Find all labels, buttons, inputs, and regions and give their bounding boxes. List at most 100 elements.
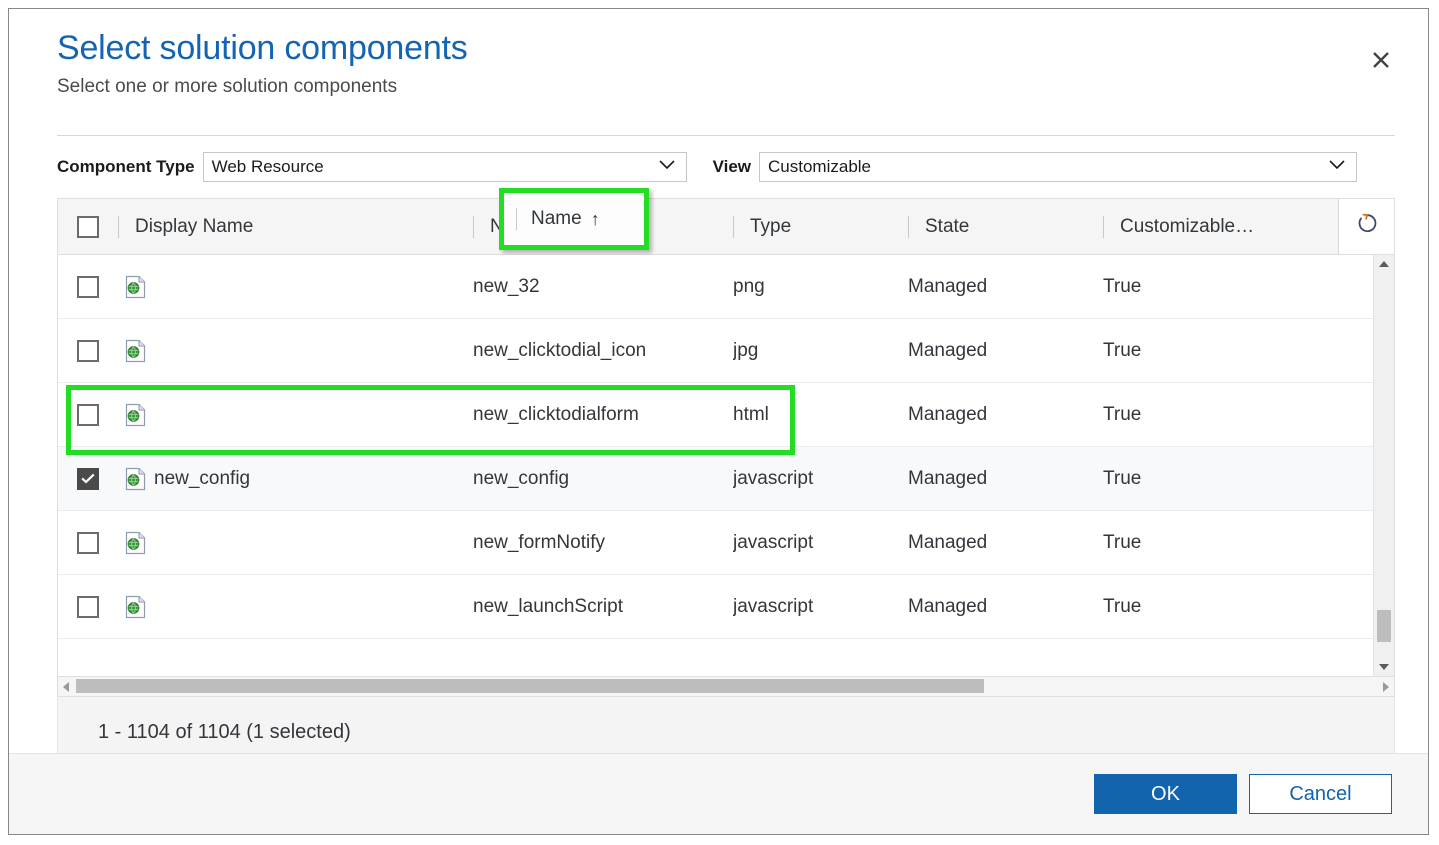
select-solution-components-dialog: Select solution components Select one or… (8, 8, 1429, 835)
row-checkbox[interactable] (77, 275, 99, 298)
header-divider (57, 135, 1395, 136)
table-row[interactable]: new_formNotify javascript Managed True (58, 511, 1394, 575)
scroll-up-arrow-icon[interactable] (1374, 255, 1394, 273)
column-header-label: Name (490, 215, 541, 237)
refresh-button[interactable] (1338, 199, 1394, 254)
cell-name: new_launchScript (473, 595, 623, 617)
cell-type: javascript (733, 531, 814, 553)
cell-customizable: True (1103, 531, 1142, 553)
row-checkbox[interactable] (77, 531, 99, 554)
refresh-icon (1353, 210, 1381, 243)
cell-display-name (154, 255, 473, 318)
column-header-label: Display Name (135, 215, 254, 237)
column-header-state[interactable]: State (908, 199, 1103, 254)
grid-horizontal-scrollbar[interactable] (57, 677, 1395, 697)
row-checkbox-cell[interactable] (58, 511, 118, 574)
view-value: Customizable (768, 157, 872, 176)
table-row[interactable]: new_clicktodialform html Managed True (58, 383, 1394, 447)
page-title: Select solution components (57, 29, 468, 67)
cell-state: Managed (908, 595, 988, 617)
column-divider (908, 215, 909, 238)
cell-display-name (154, 575, 473, 638)
grid-header-row: Display Name Name Type State Customizabl… (58, 188, 1394, 255)
row-icon-cell (118, 575, 154, 638)
close-icon (1371, 50, 1391, 70)
scroll-down-arrow-icon[interactable] (1374, 658, 1394, 676)
cell-state: Managed (908, 275, 988, 297)
column-header-display-name[interactable]: Display Name (118, 199, 473, 254)
column-header-label: State (925, 215, 970, 237)
column-divider (473, 215, 474, 238)
scroll-right-arrow-icon[interactable] (1378, 677, 1394, 696)
view-select[interactable]: Customizable (759, 152, 1358, 182)
scroll-left-arrow-icon[interactable] (58, 677, 74, 696)
cell-type: jpg (733, 339, 759, 361)
column-divider (118, 215, 119, 238)
cell-name: new_formNotify (473, 531, 605, 553)
view-label: View (712, 157, 752, 176)
table-row-selected[interactable]: new_config new_config javascript Managed… (58, 447, 1394, 511)
cell-state: Managed (908, 531, 988, 553)
cell-customizable: True (1103, 467, 1142, 489)
vertical-scrollbar-thumb[interactable] (1377, 610, 1391, 642)
row-icon-cell (118, 383, 154, 446)
column-header-name[interactable]: Name (473, 199, 733, 254)
table-row[interactable]: new_32 png Managed True (58, 255, 1394, 319)
grid-rows: new_32 png Managed True new_clicktodial_… (58, 255, 1394, 676)
cell-name: new_clicktodialform (473, 403, 639, 425)
row-checkbox-cell[interactable] (58, 319, 118, 382)
row-checkbox[interactable] (77, 403, 99, 426)
cancel-button[interactable]: Cancel (1249, 774, 1392, 814)
select-all-checkbox[interactable] (77, 215, 99, 238)
web-resource-icon (125, 595, 147, 619)
record-count-status: 1 - 1104 of 1104 (1 selected) (98, 721, 351, 743)
dialog-footer: OK Cancel (9, 753, 1428, 834)
component-type-label: Component Type (57, 157, 195, 176)
row-checkbox[interactable] (77, 595, 99, 618)
row-icon-cell (118, 255, 154, 318)
cell-customizable: True (1103, 275, 1142, 297)
cell-display-name (154, 383, 473, 446)
ok-button[interactable]: OK (1094, 774, 1237, 814)
cell-state: Managed (908, 339, 988, 361)
cell-name: new_config (473, 467, 570, 489)
cell-name: new_clicktodial_icon (473, 339, 647, 361)
cell-type: javascript (733, 467, 814, 489)
horizontal-scrollbar-thumb[interactable] (76, 679, 984, 693)
cell-display-name: new_config (154, 467, 251, 489)
page-subtitle: Select one or more solution components (57, 76, 398, 97)
component-type-value: Web Resource (211, 157, 324, 176)
dialog-header: Select solution components Select one or… (9, 9, 1428, 101)
grid-vertical-scrollbar[interactable] (1373, 255, 1394, 676)
select-all-header[interactable] (58, 199, 118, 254)
cell-name: new_32 (473, 275, 540, 297)
cell-customizable: True (1103, 403, 1142, 425)
row-checkbox[interactable] (77, 339, 99, 362)
column-divider (733, 215, 734, 238)
web-resource-icon (125, 339, 147, 363)
row-checkbox[interactable] (77, 467, 99, 490)
row-checkbox-cell[interactable] (58, 383, 118, 446)
cell-state: Managed (908, 403, 988, 425)
close-button[interactable] (1360, 39, 1402, 81)
web-resource-icon (125, 403, 147, 427)
column-header-label: Customizable… (1120, 215, 1255, 237)
row-icon-cell (118, 447, 154, 510)
cell-display-name (154, 319, 473, 382)
web-resource-icon (125, 467, 147, 491)
cell-customizable: True (1103, 595, 1142, 617)
row-icon-cell (118, 319, 154, 382)
table-row[interactable]: new_launchScript javascript Managed True (58, 575, 1394, 639)
cell-display-name (154, 511, 473, 574)
component-type-select[interactable]: Web Resource (202, 152, 687, 182)
row-checkbox-cell[interactable] (58, 575, 118, 638)
column-header-label: Type (750, 215, 792, 237)
column-header-type[interactable]: Type (733, 199, 908, 254)
chevron-down-icon (658, 158, 676, 176)
table-row[interactable]: new_clicktodial_icon jpg Managed True (58, 319, 1394, 383)
row-checkbox-cell[interactable] (58, 447, 118, 510)
column-header-customizable[interactable]: Customizable… (1103, 199, 1343, 254)
cell-type: javascript (733, 595, 814, 617)
filter-bar: Component Type Web Resource View Customi… (57, 152, 1402, 182)
row-checkbox-cell[interactable] (58, 255, 118, 318)
